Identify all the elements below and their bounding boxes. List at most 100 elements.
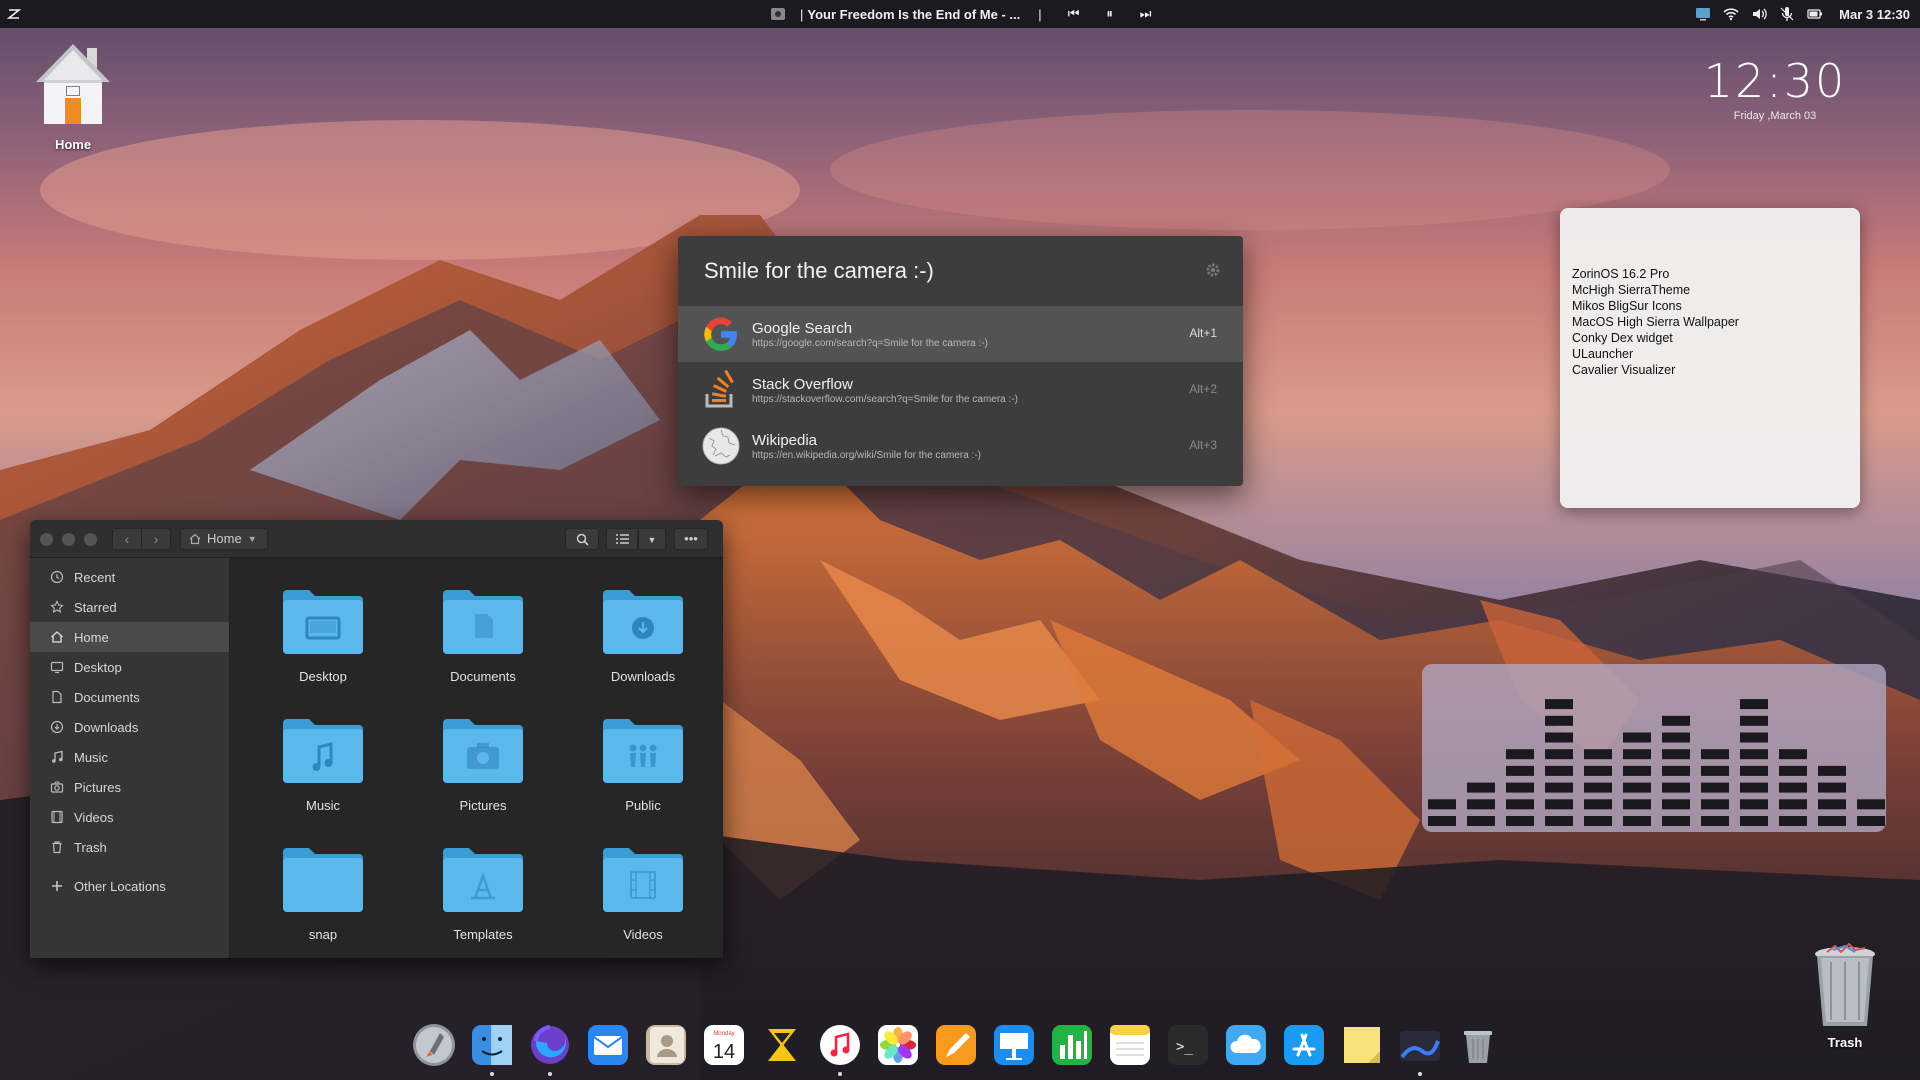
- folder-label: Downloads: [610, 669, 676, 684]
- visualizer-bar: [1818, 765, 1846, 826]
- folder-snap[interactable]: snap: [263, 844, 383, 942]
- dock-cavalier[interactable]: [1391, 1016, 1449, 1076]
- sidebar-item-pictures[interactable]: Pictures: [30, 772, 229, 802]
- previous-track-button[interactable]: ⏮: [1056, 6, 1092, 22]
- microphone-icon[interactable]: [1779, 6, 1795, 22]
- launcher-result-wikipedia[interactable]: Wikipedia https://en.wikipedia.org/wiki/…: [678, 418, 1243, 474]
- video-icon: [51, 810, 63, 824]
- sidebar-item-starred[interactable]: Starred: [30, 592, 229, 622]
- sidebar-item-videos[interactable]: Videos: [30, 802, 229, 832]
- list-icon: [615, 534, 629, 544]
- folder-music[interactable]: Music: [263, 715, 383, 813]
- separator: |: [1038, 6, 1042, 22]
- desktop-trash-icon[interactable]: Trash: [1800, 940, 1890, 1050]
- result-shortcut: Alt+1: [1189, 326, 1217, 340]
- dock-mail[interactable]: [579, 1016, 637, 1074]
- dock: Monday 14 >_: [405, 1016, 1507, 1080]
- folder-label: Desktop: [299, 669, 347, 684]
- next-track-button[interactable]: ⏭: [1128, 6, 1164, 22]
- dock-rhythmbox[interactable]: [753, 1016, 811, 1074]
- volume-icon[interactable]: [1751, 6, 1767, 22]
- dock-pages[interactable]: [927, 1016, 985, 1074]
- numbers-icon: [1052, 1025, 1092, 1065]
- sidebar-item-music[interactable]: Music: [30, 742, 229, 772]
- keynote-icon: [994, 1025, 1034, 1065]
- dock-firefox[interactable]: [521, 1016, 579, 1076]
- calendar-day: 14: [713, 1041, 735, 1063]
- folder-public[interactable]: Public: [583, 715, 703, 813]
- dock-finder[interactable]: [463, 1016, 521, 1076]
- rhythmbox-icon[interactable]: [770, 6, 786, 22]
- download-icon: [50, 720, 64, 734]
- desktop-home-icon[interactable]: Home: [28, 40, 118, 152]
- view-options-button[interactable]: ▼: [638, 528, 666, 550]
- conky-widget: ZorinOS 16.2 Pro McHigh SierraTheme Miko…: [1560, 208, 1860, 508]
- dock-notes[interactable]: [1101, 1016, 1159, 1074]
- zorin-menu-icon[interactable]: [6, 6, 22, 22]
- chevron-down-icon: ▼: [247, 534, 257, 544]
- photos-icon: [878, 1025, 918, 1065]
- folder-pictures[interactable]: Pictures: [423, 715, 543, 813]
- dock-calendar[interactable]: Monday 14: [695, 1016, 753, 1074]
- sidebar-item-other-locations[interactable]: Other Locations: [30, 871, 229, 901]
- folder-icon: [283, 590, 363, 654]
- dock-app-store[interactable]: [1275, 1016, 1333, 1074]
- folder-downloads[interactable]: Downloads: [583, 586, 703, 684]
- dock-photos[interactable]: [869, 1016, 927, 1074]
- folder-icon: [603, 848, 683, 912]
- forward-button[interactable]: ›: [141, 528, 171, 550]
- folder-templates[interactable]: Templates: [423, 844, 543, 942]
- sidebar-item-desktop[interactable]: Desktop: [30, 652, 229, 682]
- conky-line: Cavalier Visualizer: [1572, 363, 1676, 377]
- back-button[interactable]: ‹: [112, 528, 142, 550]
- now-playing-title[interactable]: Your Freedom Is the End of Me - ...: [807, 7, 1020, 22]
- folder-desktop[interactable]: Desktop: [263, 586, 383, 684]
- dock-keynote[interactable]: [985, 1016, 1043, 1074]
- result-shortcut: Alt+2: [1189, 382, 1217, 396]
- sidebar-item-downloads[interactable]: Downloads: [30, 712, 229, 742]
- dock-terminal[interactable]: >_: [1159, 1016, 1217, 1074]
- launcher-query-input[interactable]: Smile for the camera :-): [678, 236, 1243, 306]
- folder-videos[interactable]: Videos: [583, 844, 703, 942]
- folder-label: Templates: [453, 927, 513, 942]
- dock-trash[interactable]: [1449, 1016, 1507, 1074]
- pause-button[interactable]: ⏸: [1092, 6, 1128, 22]
- cavalier-visualizer: [1422, 664, 1886, 832]
- battery-icon[interactable]: [1807, 6, 1823, 22]
- visualizer-bar: [1740, 699, 1768, 826]
- media-controls: | Your Freedom Is the End of Me - ... | …: [770, 0, 1164, 28]
- sidebar-item-trash[interactable]: Trash: [30, 832, 229, 862]
- dock-icloud[interactable]: [1217, 1016, 1275, 1074]
- path-bar-home[interactable]: Home ▼: [180, 528, 268, 550]
- sidebar-item-label: Videos: [74, 809, 114, 825]
- list-view-button[interactable]: [606, 528, 638, 550]
- gear-icon[interactable]: [1205, 262, 1221, 278]
- visualizer-bar: [1662, 715, 1690, 826]
- sidebar-item-documents[interactable]: Documents: [30, 682, 229, 712]
- folder-documents[interactable]: Documents: [423, 586, 543, 684]
- wifi-icon[interactable]: [1723, 6, 1739, 22]
- minimize-window-button[interactable]: [62, 533, 75, 546]
- close-window-button[interactable]: [40, 533, 53, 546]
- panel-clock[interactable]: Mar 3 12:30: [1839, 7, 1910, 22]
- launcher-result-stackoverflow[interactable]: Stack Overflow https://stackoverflow.com…: [678, 362, 1243, 418]
- folder-label: snap: [308, 927, 338, 942]
- dock-numbers[interactable]: [1043, 1016, 1101, 1074]
- dock-launchpad[interactable]: [405, 1016, 463, 1074]
- display-icon[interactable]: [1695, 6, 1711, 22]
- query-text: Smile for the camera :-): [704, 258, 934, 283]
- conky-line: Mikos BligSur Icons: [1572, 299, 1682, 313]
- sidebar-item-home[interactable]: Home: [30, 622, 229, 652]
- menu-button[interactable]: •••: [674, 528, 708, 550]
- sidebar-item-recent[interactable]: Recent: [30, 562, 229, 592]
- dock-music[interactable]: [811, 1016, 869, 1076]
- maximize-window-button[interactable]: [84, 533, 97, 546]
- top-panel: | Your Freedom Is the End of Me - ... | …: [0, 0, 1920, 28]
- launcher-result-google[interactable]: Google Search https://google.com/search?…: [678, 306, 1243, 362]
- dock-stickies[interactable]: [1333, 1016, 1391, 1074]
- sidebar-item-label: Trash: [74, 839, 107, 855]
- sidebar-item-label: Desktop: [74, 659, 122, 675]
- dock-contacts[interactable]: [637, 1016, 695, 1074]
- search-button[interactable]: [565, 528, 599, 550]
- visualizer-bar: [1701, 749, 1729, 826]
